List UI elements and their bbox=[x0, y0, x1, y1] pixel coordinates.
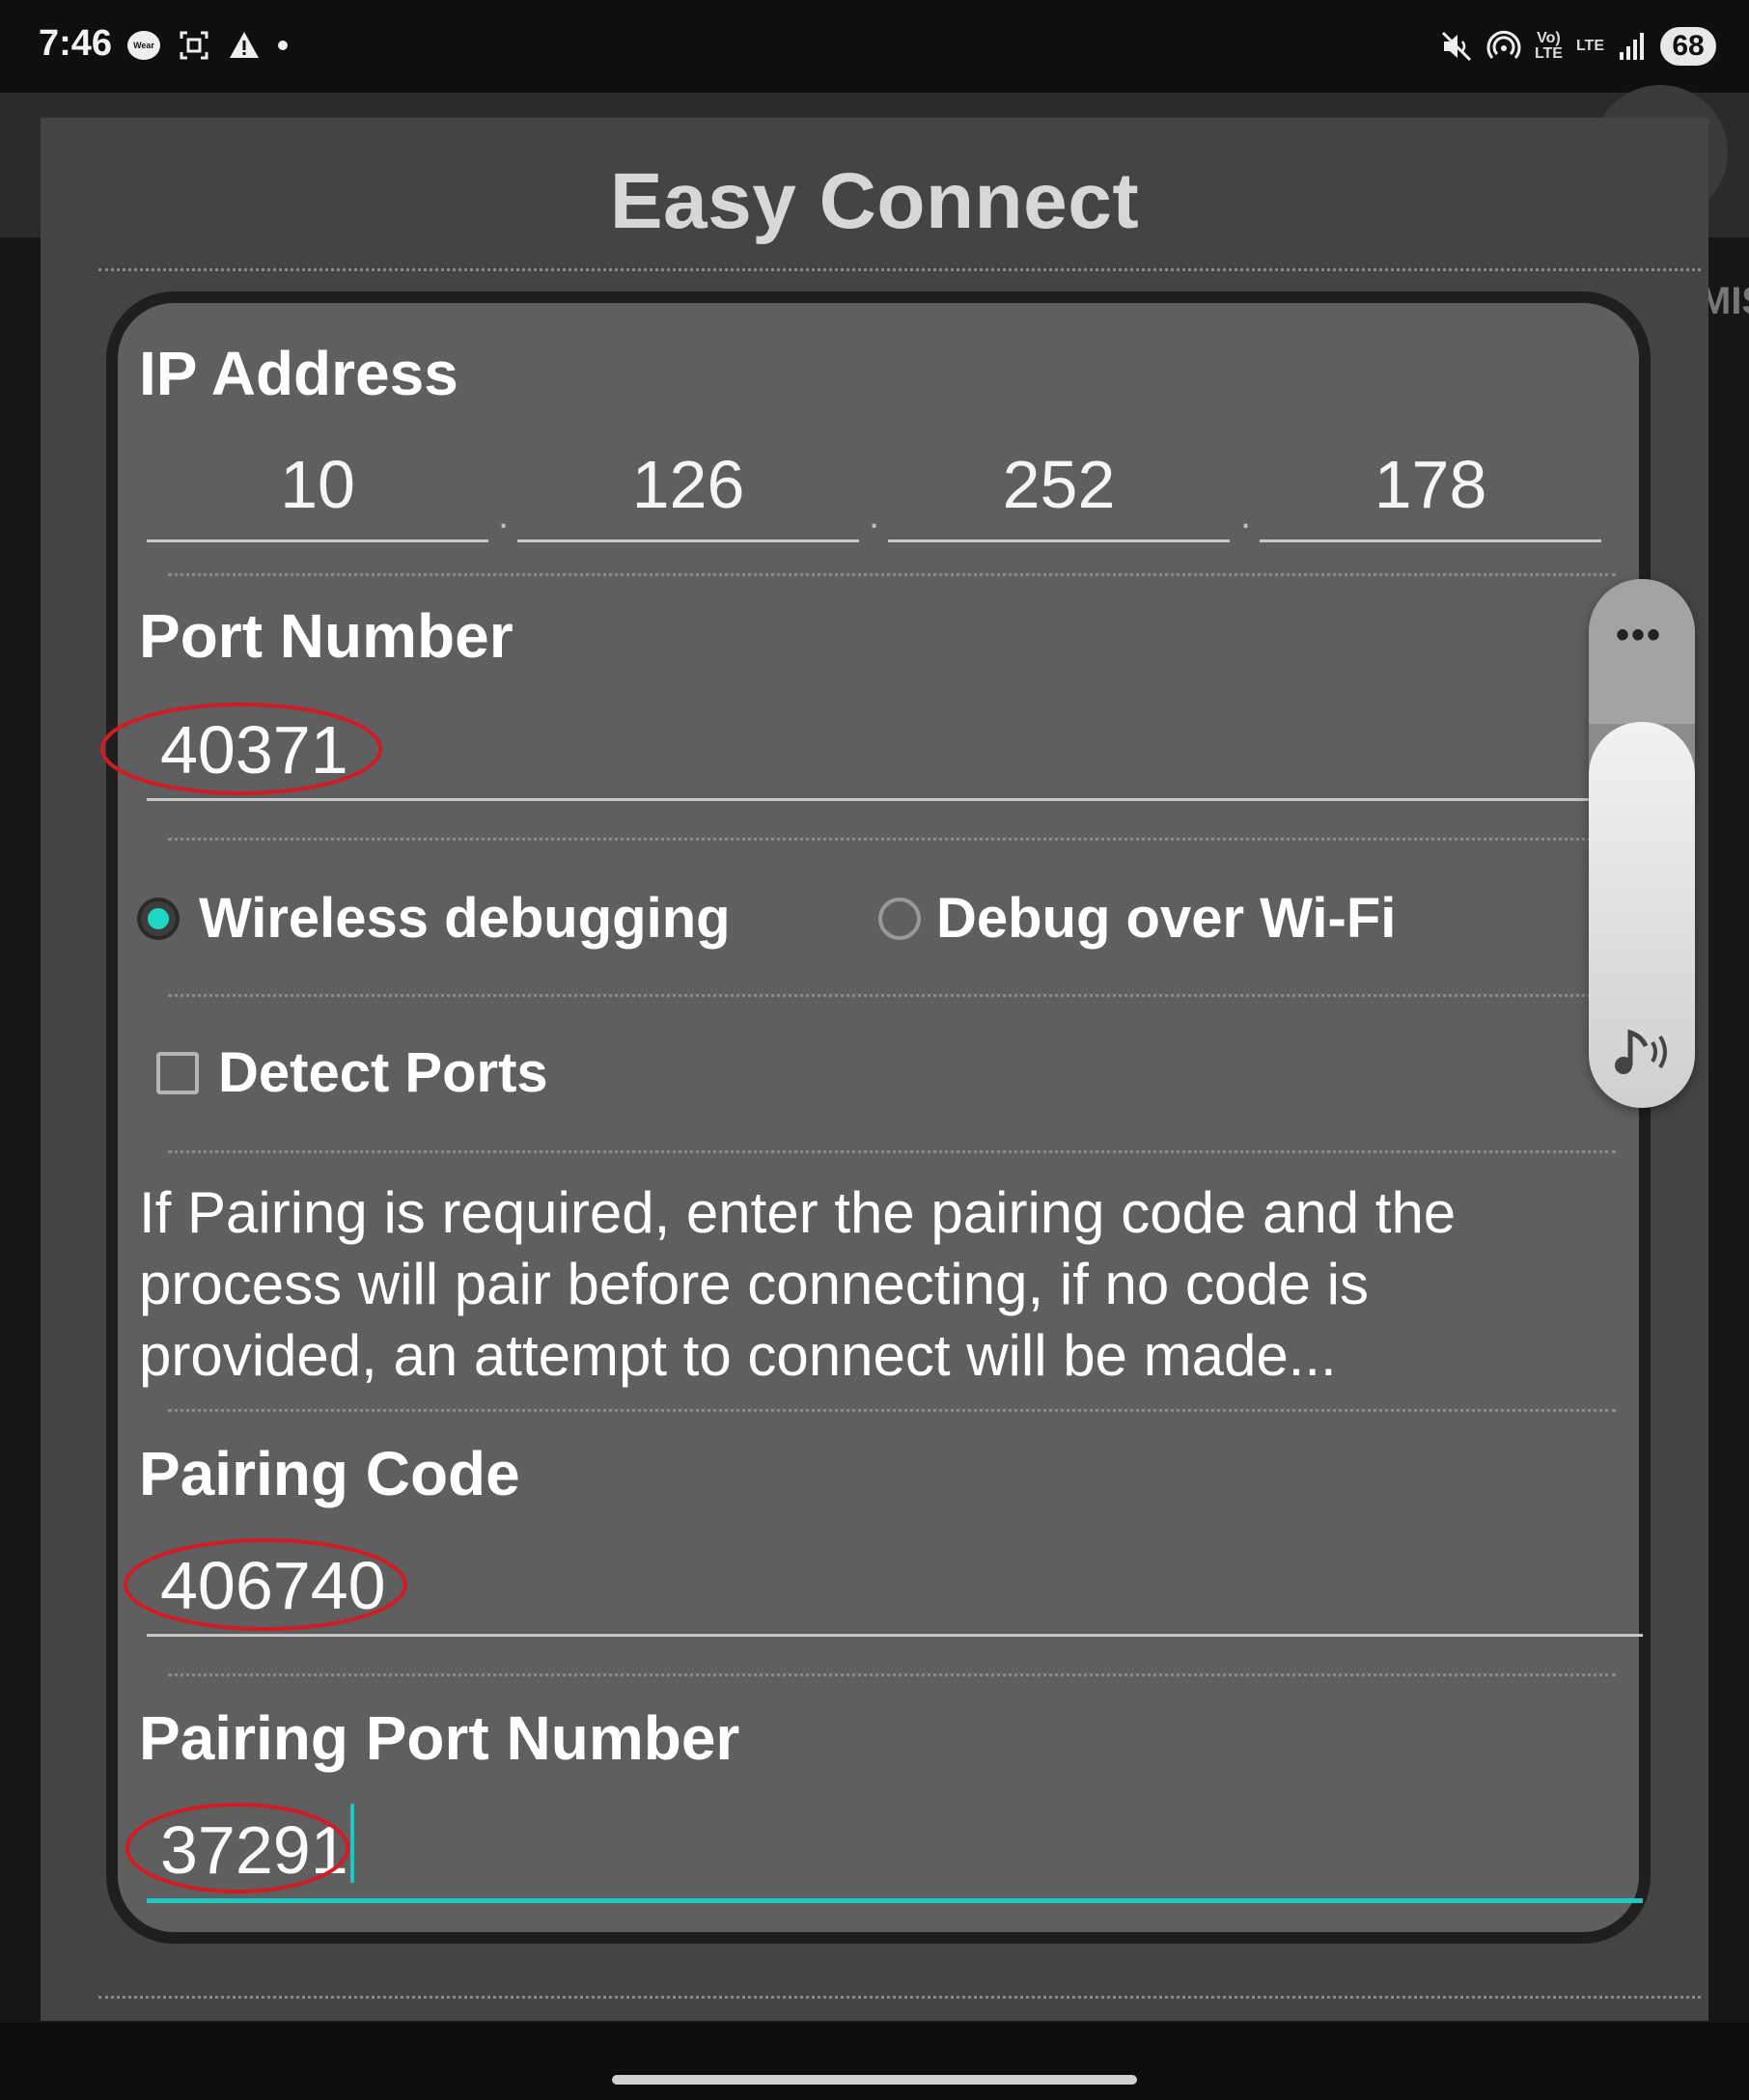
dot-icon bbox=[278, 41, 288, 50]
signal-icon bbox=[1620, 33, 1644, 60]
section-divider bbox=[168, 1150, 1616, 1153]
debug-over-wifi-label[interactable]: Debug over Wi-Fi bbox=[936, 886, 1396, 951]
pairing-info-text: If Pairing is required, enter the pairin… bbox=[139, 1180, 1457, 1388]
music-volume-icon bbox=[1615, 1029, 1667, 1074]
ip-separator: . bbox=[1240, 494, 1252, 537]
text-cursor bbox=[349, 1804, 354, 1883]
lte-icon: LTE bbox=[1575, 38, 1604, 54]
pairing-code-input[interactable]: 406740 bbox=[147, 1521, 1643, 1637]
ip-octet-3-input[interactable]: 252 bbox=[888, 436, 1230, 542]
volume-panel[interactable]: ••• bbox=[1589, 579, 1695, 1108]
section-divider bbox=[168, 1409, 1616, 1412]
port-number-input[interactable]: 40371 bbox=[147, 685, 1600, 801]
screenshot-icon bbox=[180, 31, 208, 60]
system-icons: Vo) LTE LTE 68 bbox=[1440, 27, 1716, 66]
wireless-debugging-label[interactable]: Wireless debugging bbox=[199, 886, 731, 951]
ip-octet-1-input[interactable]: 10 bbox=[147, 436, 488, 542]
home-gesture-handle[interactable] bbox=[612, 2075, 1137, 2085]
warning-icon bbox=[230, 32, 259, 58]
detect-ports-label[interactable]: Detect Ports bbox=[218, 1040, 548, 1105]
detect-ports-checkbox[interactable] bbox=[156, 1052, 199, 1094]
volte-icon: Vo) LTE bbox=[1534, 30, 1563, 62]
battery-indicator: 68 bbox=[1660, 27, 1716, 66]
background-bottom-bar bbox=[0, 2023, 1749, 2100]
status-time: 7:46 bbox=[39, 23, 113, 64]
screen: 7:46 Wear Vo) LTE LTE 68 MI Easy Connect… bbox=[0, 0, 1749, 2100]
mute-icon bbox=[1441, 31, 1471, 62]
ip-octet-2-input[interactable]: 126 bbox=[517, 436, 859, 542]
wireless-debugging-radio[interactable] bbox=[137, 898, 180, 940]
ip-separator: . bbox=[498, 494, 510, 537]
ip-address-label: IP Address bbox=[139, 339, 458, 408]
section-divider bbox=[168, 1673, 1616, 1676]
more-options-icon[interactable]: ••• bbox=[1616, 614, 1662, 657]
section-divider bbox=[168, 994, 1616, 997]
wear-os-icon: Wear bbox=[127, 31, 160, 60]
pairing-port-number-input[interactable]: 37291 bbox=[147, 1787, 1643, 1903]
ip-octet-4-input[interactable]: 178 bbox=[1260, 436, 1601, 542]
port-number-value: 40371 bbox=[160, 712, 348, 788]
pairing-port-value-wrap: 37291 bbox=[160, 1804, 354, 1889]
easy-connect-dialog: Easy Connect IP Address 10 . 126 . 252 .… bbox=[41, 118, 1708, 2021]
port-number-label: Port Number bbox=[139, 601, 514, 671]
section-divider bbox=[168, 838, 1616, 841]
ip-separator: . bbox=[869, 494, 880, 537]
pairing-code-label: Pairing Code bbox=[139, 1439, 520, 1508]
section-divider bbox=[168, 573, 1616, 576]
dialog-title: Easy Connect bbox=[609, 157, 1140, 245]
debug-over-wifi-radio[interactable] bbox=[878, 898, 921, 940]
pairing-port-number-value: 37291 bbox=[160, 1812, 348, 1888]
notification-icons: Wear bbox=[127, 29, 288, 62]
bottom-divider bbox=[98, 1996, 1701, 1999]
pairing-port-number-label: Pairing Port Number bbox=[139, 1703, 740, 1773]
title-divider bbox=[98, 268, 1701, 271]
hotspot-icon bbox=[1486, 30, 1521, 59]
status-bar: 7:46 Wear Vo) LTE LTE 68 bbox=[0, 0, 1749, 93]
pairing-code-value: 406740 bbox=[160, 1548, 386, 1623]
